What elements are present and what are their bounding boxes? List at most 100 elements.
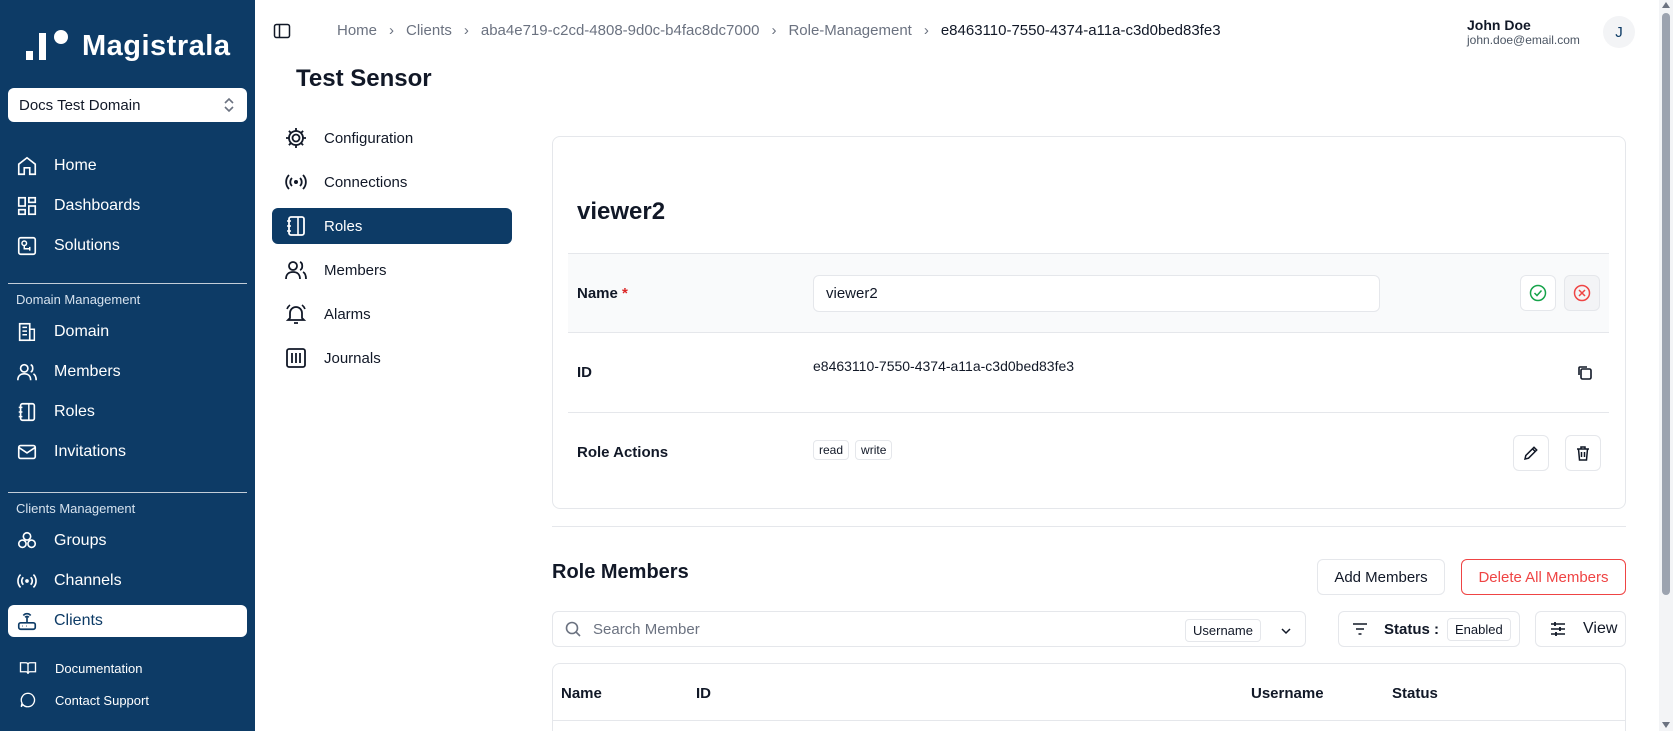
users-icon xyxy=(17,363,37,381)
sidebar-item-label: Domain xyxy=(54,323,110,340)
users-icon xyxy=(285,261,307,280)
domain-select[interactable]: Docs Test Domain xyxy=(8,88,247,122)
role-id-value: e8463110-7550-4374-a11a-c3d0bed83fe3 xyxy=(813,358,1075,374)
solutions-icon xyxy=(17,236,37,256)
user-info[interactable]: John Doe john.doe@email.com xyxy=(1467,17,1580,47)
role-title: viewer2 xyxy=(577,198,666,225)
sidebar-item-invitations[interactable]: Invitations xyxy=(8,436,247,468)
delete-actions-button[interactable] xyxy=(1565,435,1601,471)
subnav-item-connections[interactable]: Connections xyxy=(272,164,512,200)
sidebar-item-clients[interactable]: Clients xyxy=(8,605,247,637)
column-header-status[interactable]: Status xyxy=(1392,685,1438,702)
subnav-item-members[interactable]: Members xyxy=(272,252,512,288)
sidebar-item-label: Dashboards xyxy=(54,197,141,214)
scroll-up-icon[interactable] xyxy=(1662,2,1670,8)
sidebar-item-home[interactable]: Home xyxy=(8,150,247,182)
copy-icon xyxy=(1578,366,1592,380)
chat-icon xyxy=(20,692,36,708)
radio-icon xyxy=(285,174,307,190)
view-label: View xyxy=(1583,620,1618,637)
sidebar-divider xyxy=(8,492,247,493)
notebook-icon xyxy=(18,402,36,422)
sidebar-item-label: Channels xyxy=(54,572,122,589)
sidebar-item-dashboards[interactable]: Dashboards xyxy=(8,190,247,222)
sidebar-item-label: Groups xyxy=(54,532,107,549)
role-id-row: ID e8463110-7550-4374-a11a-c3d0bed83fe3 xyxy=(568,333,1609,413)
edit-actions-button[interactable] xyxy=(1513,435,1549,471)
sidebar-item-label: Members xyxy=(54,363,121,380)
group-label-clients: Clients Management xyxy=(16,501,136,516)
sidebar-item-label: Home xyxy=(54,157,97,174)
brand-logo[interactable]: Magistrala xyxy=(26,28,230,64)
name-label: Name * xyxy=(577,285,628,302)
user-email: john.doe@email.com xyxy=(1467,33,1580,47)
role-actions-label: Role Actions xyxy=(577,444,669,461)
group-label-domain: Domain Management xyxy=(16,292,141,307)
sidebar-item-channels[interactable]: Channels xyxy=(8,565,247,597)
role-name-input[interactable] xyxy=(813,275,1380,312)
sidebar-item-label: Invitations xyxy=(54,443,127,460)
subnav-item-label: Alarms xyxy=(324,305,371,323)
breadcrumb-current: e8463110-7550-4374-a11a-c3d0bed83fe3 xyxy=(940,22,1221,39)
sidebar-item-domain[interactable]: Domain xyxy=(8,316,247,348)
members-table: Name ID Username Status xyxy=(552,663,1626,731)
add-members-button[interactable]: Add Members xyxy=(1317,559,1445,595)
column-header-username[interactable]: Username xyxy=(1251,685,1324,702)
sidebar-item-documentation[interactable]: Documentation xyxy=(8,654,247,682)
search-field-select[interactable]: Username xyxy=(1185,619,1293,642)
sidebar-divider xyxy=(8,283,247,284)
dashboard-icon xyxy=(17,196,37,216)
copy-button[interactable] xyxy=(1575,363,1595,383)
role-members-title: Role Members xyxy=(552,561,689,583)
view-options-button[interactable]: View xyxy=(1535,611,1626,647)
building-icon xyxy=(18,322,36,342)
section-divider xyxy=(552,526,1626,527)
breadcrumb-role-management[interactable]: Role-Management xyxy=(788,22,911,39)
scrollbar-thumb[interactable] xyxy=(1662,13,1670,595)
filter-icon xyxy=(1353,623,1367,635)
scroll-down-icon[interactable] xyxy=(1662,722,1670,728)
sidebar-item-label: Documentation xyxy=(55,660,143,676)
sidebar-item-groups[interactable]: Groups xyxy=(8,525,247,557)
sidebar-item-contact-support[interactable]: Contact Support xyxy=(8,686,247,714)
sidebar-item-members[interactable]: Members xyxy=(8,356,247,388)
cancel-button[interactable] xyxy=(1564,275,1600,311)
subnav-item-alarms[interactable]: Alarms xyxy=(272,296,512,332)
user-name: John Doe xyxy=(1467,17,1531,33)
page-scrollbar[interactable] xyxy=(1659,0,1673,731)
domain-select-value: Docs Test Domain xyxy=(19,96,141,114)
breadcrumb-clients[interactable]: Clients xyxy=(406,22,452,39)
subnav-item-label: Configuration xyxy=(324,129,414,147)
sidebar-item-roles[interactable]: Roles xyxy=(8,396,247,428)
chevron-right-icon: › xyxy=(923,22,929,39)
chevron-right-icon: › xyxy=(463,22,469,39)
column-header-name[interactable]: Name xyxy=(561,685,602,702)
logo-icon xyxy=(26,28,72,64)
status-filter[interactable]: Status : Enabled xyxy=(1338,611,1520,647)
sidebar-item-solutions[interactable]: Solutions xyxy=(8,230,247,262)
delete-all-members-button[interactable]: Delete All Members xyxy=(1461,559,1626,595)
sidebar-item-label: Clients xyxy=(54,612,103,629)
notebook-icon xyxy=(287,216,305,236)
subnav-item-journals[interactable]: Journals xyxy=(272,340,512,376)
check-circle-icon xyxy=(1529,284,1547,302)
avatar[interactable]: J xyxy=(1603,16,1635,48)
sidebar-item-label: Solutions xyxy=(54,237,120,254)
sidebar-item-label: Roles xyxy=(54,403,95,420)
breadcrumb-client-id[interactable]: aba4e719-c2cd-4808-9d0c-b4fac8dc7000 xyxy=(481,22,760,39)
subnav-item-label: Connections xyxy=(324,173,408,191)
gear-icon xyxy=(286,128,306,148)
pencil-icon xyxy=(1524,446,1538,460)
brand-name: Magistrala xyxy=(82,29,231,62)
breadcrumb-home[interactable]: Home xyxy=(337,22,377,39)
status-filter-label: Status : xyxy=(1384,620,1440,638)
sliders-icon xyxy=(1551,622,1565,636)
sidebar-toggle-icon[interactable] xyxy=(273,22,291,40)
subnav-item-configuration[interactable]: Configuration xyxy=(272,120,512,156)
radio-icon xyxy=(17,574,37,588)
groups-icon xyxy=(17,531,37,549)
confirm-button[interactable] xyxy=(1520,275,1556,311)
subnav-item-roles[interactable]: Roles xyxy=(272,208,512,244)
column-header-id[interactable]: ID xyxy=(696,685,711,702)
bell-icon xyxy=(285,304,307,324)
